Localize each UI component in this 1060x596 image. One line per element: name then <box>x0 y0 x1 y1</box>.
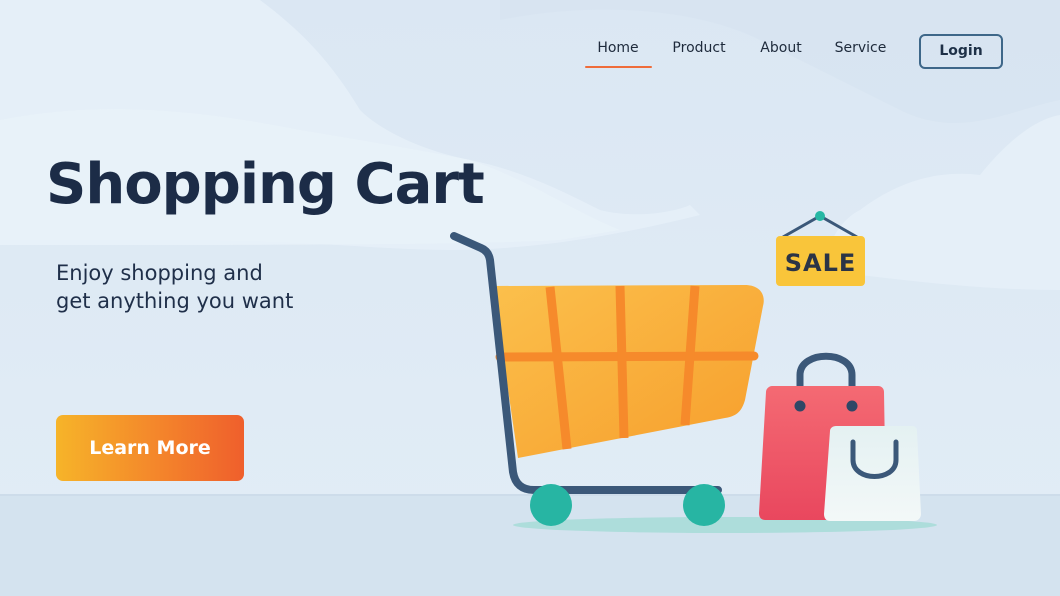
hero-subtitle-line-1: Enjoy shopping and <box>56 261 263 285</box>
top-navigation: Home Product About Service Login <box>0 0 1060 100</box>
nav-active-underline <box>585 66 652 68</box>
nav-home-link[interactable]: Home <box>586 40 650 60</box>
hero-subtitle: Enjoy shopping and get anything you want <box>56 259 376 315</box>
nav-product-link[interactable]: Product <box>666 40 732 60</box>
login-button[interactable]: Login <box>919 34 1003 69</box>
learn-more-button[interactable]: Learn More <box>56 415 244 481</box>
nav-about-link[interactable]: About <box>754 40 808 60</box>
hero-subtitle-line-2: get anything you want <box>56 289 294 313</box>
nav-service-link[interactable]: Service <box>829 40 892 60</box>
page-title: Shopping Cart <box>46 152 485 217</box>
